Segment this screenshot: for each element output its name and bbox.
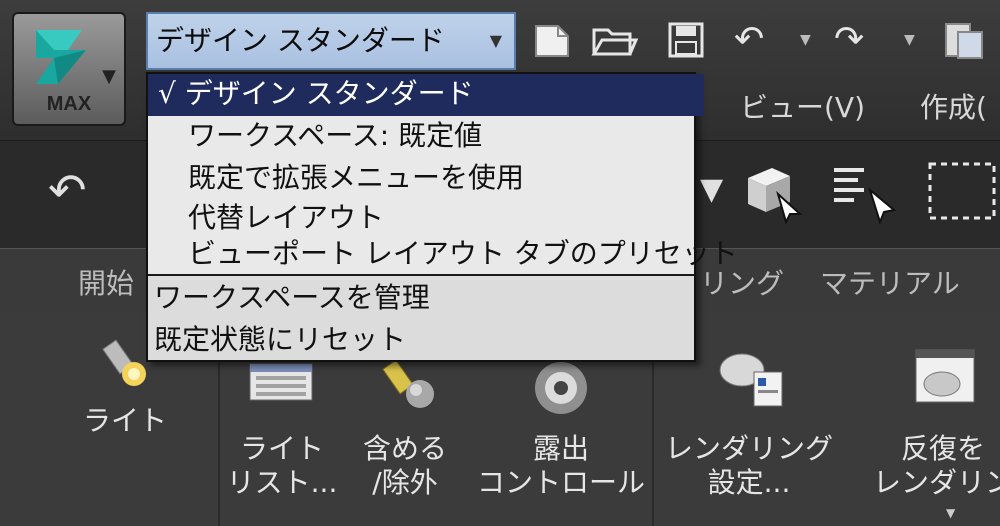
render-setup-button-label[interactable]: レンダリング 設定... [664,432,834,500]
menu-item-manage-workspaces[interactable]: ワークスペースを管理 [148,278,700,320]
include-label-line2: /除外 [372,466,438,499]
tab-material[interactable]: マテリアル [820,262,960,302]
chevron-down-icon[interactable]: ▼ [946,506,955,520]
3dsmax-logo-icon [36,30,86,84]
exposure-icon[interactable] [526,358,596,418]
open-folder-icon[interactable] [590,18,640,62]
menu-create[interactable]: 作成( [920,86,987,126]
tab-start[interactable]: 開始 [78,262,134,302]
light-list-label-line2: リスト... [226,466,338,499]
render-setup-label-line2: 設定... [707,466,791,499]
iterative-label-line2: レンダリン [872,466,1000,499]
workspace-selector[interactable]: デザイン スタンダード ▼ [146,12,516,70]
render-setup-label-line1: レンダリング [664,432,833,465]
application-menu-button[interactable]: ▼ MAX [12,12,126,126]
workspace-dropdown-menu: √ デザイン スタンダード ワークスペース: 既定値 既定で拡張メニューを使用 … [146,72,738,362]
menu-item-workspace-default[interactable]: ワークスペース: 既定値 [148,116,734,158]
menu-item-use-extended-menu[interactable]: 既定で拡張メニューを使用 [148,158,734,200]
select-object-icon[interactable] [742,160,806,224]
iterative-render-button-label[interactable]: 反復を レンダリン [868,432,1000,500]
select-by-name-icon[interactable] [830,160,900,224]
redo-icon[interactable]: ↷ [834,18,864,62]
light-list-label-line1: ライト [239,432,324,465]
include-exclude-button-label[interactable]: 含める /除外 [350,432,460,500]
exposure-label-line2: コントロール [476,466,645,499]
include-exclude-icon[interactable] [382,356,442,416]
iterative-label-line1: 反復を [900,432,985,465]
undo-icon[interactable]: ↶ [734,18,764,62]
exposure-label-line1: 露出 [532,432,589,465]
undo-icon[interactable]: ↶ [48,160,87,220]
save-icon[interactable] [664,18,708,62]
light-list-icon[interactable] [248,360,314,408]
menu-item-design-standard[interactable]: √ デザイン スタンダード [148,74,704,116]
chevron-down-icon[interactable]: ▼ [904,18,915,62]
include-label-line1: 含める [362,432,447,465]
project-icon[interactable] [940,18,988,62]
chevron-down-icon: ▼ [102,66,116,87]
light-list-button-label[interactable]: ライト リスト... [226,432,338,500]
exposure-button-label[interactable]: 露出 コントロール [476,432,646,500]
menu-item-reset-to-default[interactable]: 既定状態にリセット [148,320,700,362]
new-file-icon[interactable] [530,18,574,62]
iterative-render-icon[interactable] [912,346,978,410]
app-label: MAX [46,93,92,115]
chevron-down-icon: ▼ [489,31,502,50]
region-select-icon[interactable] [924,160,1000,224]
chevron-down-icon[interactable]: ▼ [800,18,811,62]
render-setup-icon[interactable] [714,340,786,410]
workspace-selector-value: デザイン スタンダード [156,24,445,57]
light-button-label[interactable]: ライト [70,404,180,438]
menu-divider [148,274,694,276]
menu-item-viewport-layout-presets[interactable]: ビューポート レイアウト タブのプリセット [148,234,738,276]
menu-view[interactable]: ビュー(V) [740,86,865,126]
